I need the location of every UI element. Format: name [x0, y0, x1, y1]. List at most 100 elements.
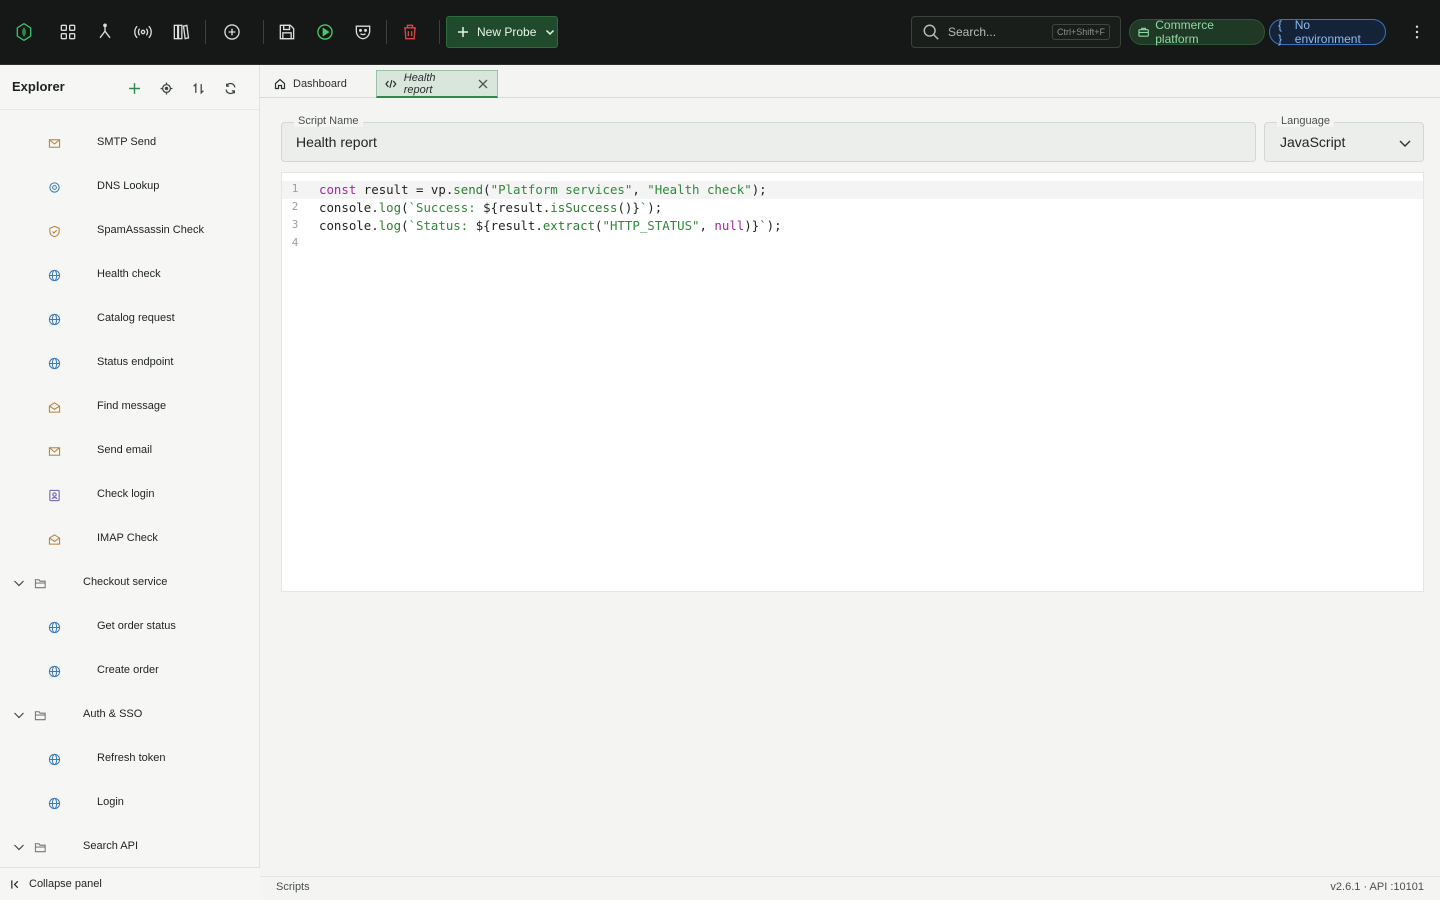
mask-icon[interactable]	[347, 16, 379, 48]
environment-label: No environment	[1294, 18, 1361, 46]
tree-folder-checkout-service[interactable]: Checkout service	[0, 561, 260, 605]
tree-item-login[interactable]: Login	[0, 781, 260, 825]
code-text: console.log(`Success: ${result.isSuccess…	[319, 200, 663, 215]
search-placeholder: Search...	[948, 25, 997, 39]
language-select[interactable]: Language JavaScript	[1264, 115, 1424, 162]
tree-item-imap-check[interactable]: IMAP Check	[0, 517, 260, 561]
add-item-icon[interactable]	[123, 77, 145, 99]
tree-item-dns-lookup[interactable]: DNS Lookup	[0, 165, 260, 209]
tree-item-label: DNS Lookup	[97, 180, 160, 192]
tree-item-label: Create order	[97, 664, 159, 676]
chevron-down-icon	[546, 29, 555, 36]
sort-icon[interactable]	[187, 77, 209, 99]
collapse-icon	[11, 879, 19, 889]
tree-item-smtp-send[interactable]: SMTP Send	[0, 121, 260, 165]
new-probe-button[interactable]: New Probe	[446, 16, 558, 48]
fork-icon[interactable]	[89, 16, 121, 48]
mail-icon	[47, 444, 61, 458]
chevron-down-icon	[1399, 140, 1411, 147]
code-text: console.log(`Status: ${result.extract("H…	[319, 218, 782, 233]
global-search[interactable]: Search... Ctrl+Shift+F	[911, 16, 1121, 48]
more-menu-icon[interactable]	[1405, 20, 1429, 44]
collapse-panel-label: Collapse panel	[29, 878, 102, 890]
tree-item-label: SpamAssassin Check	[97, 224, 204, 236]
folder-open-icon	[33, 576, 47, 590]
tree-item-create-order[interactable]: Create order	[0, 649, 260, 693]
tree-item-refresh-token[interactable]: Refresh token	[0, 737, 260, 781]
search-shortcut-badge: Ctrl+Shift+F	[1051, 24, 1110, 40]
tree-folder-search-api[interactable]: Search API	[0, 825, 260, 869]
save-icon[interactable]	[271, 16, 303, 48]
tree-item-status-endpoint[interactable]: Status endpoint	[0, 341, 260, 385]
collapse-panel-button[interactable]: Collapse panel	[0, 867, 260, 900]
code-line[interactable]: 3 console.log(`Status: ${result.extract(…	[282, 217, 1423, 235]
status-section-label: Scripts	[276, 881, 310, 893]
tree-item-catalog-request[interactable]: Catalog request	[0, 297, 260, 341]
code-editor[interactable]: 1 const result = vp.send("Platform servi…	[281, 172, 1424, 592]
status-bar: Scripts v2.6.1 · API :10101	[260, 876, 1440, 900]
tab-dashboard[interactable]: Dashboard	[266, 70, 362, 98]
app-logo-icon[interactable]	[8, 16, 40, 48]
environment-selector[interactable]: { } No environment	[1269, 18, 1386, 46]
tree-item-label: Health check	[97, 268, 161, 280]
delete-icon[interactable]	[394, 16, 426, 48]
explorer-tree: SMTP Send DNS Lookup SpamAssassin Check …	[0, 121, 260, 869]
mail-open-icon	[47, 532, 61, 546]
code-text: const result = vp.send("Platform service…	[319, 182, 767, 197]
chevron-down-icon[interactable]	[12, 840, 26, 854]
new-probe-label: New Probe	[477, 25, 537, 39]
grid-icon[interactable]	[52, 16, 84, 48]
tree-item-find-message[interactable]: Find message	[0, 385, 260, 429]
briefcase-icon	[1138, 27, 1149, 37]
tree-item-check-login[interactable]: Check login	[0, 473, 260, 517]
plus-icon	[458, 27, 468, 37]
code-line[interactable]: 4	[282, 235, 1423, 253]
tab-label: Dashboard	[293, 78, 347, 90]
line-number: 3	[291, 218, 299, 231]
globe-icon	[47, 664, 61, 678]
tree-item-health-check[interactable]: Health check	[0, 253, 260, 297]
home-icon	[274, 78, 286, 90]
language-label: Language	[1277, 115, 1334, 127]
chevron-down-icon[interactable]	[12, 576, 26, 590]
explorer-sidebar: Explorer SMTP Send DNS Lookup SpamAssass…	[0, 65, 260, 900]
run-icon[interactable]	[309, 16, 341, 48]
script-name-input[interactable]	[296, 134, 1196, 150]
search-icon	[923, 24, 939, 40]
folder-open-icon	[33, 708, 47, 722]
tree-item-spamassassin-check[interactable]: SpamAssassin Check	[0, 209, 260, 253]
script-name-field: Script Name	[281, 115, 1256, 162]
toolbar-divider	[386, 20, 387, 44]
tree-item-label: Get order status	[97, 620, 176, 632]
toolbar-divider	[439, 20, 440, 44]
folder-open-icon	[33, 840, 47, 854]
tab-health-report[interactable]: Health report	[376, 70, 498, 98]
tree-item-label: SMTP Send	[97, 136, 157, 148]
tree-item-label: Login	[97, 796, 124, 808]
globe-icon	[47, 620, 61, 634]
chevron-down-icon[interactable]	[12, 708, 26, 722]
toolbar-divider	[205, 20, 206, 44]
tree-item-label: Send email	[97, 444, 153, 456]
refresh-icon[interactable]	[219, 77, 241, 99]
language-value: JavaScript	[1280, 134, 1346, 150]
script-name-label: Script Name	[294, 115, 363, 127]
tree-folder-auth-sso[interactable]: Auth & SSO	[0, 693, 260, 737]
workspace-selector[interactable]: Commerce platform	[1129, 18, 1265, 46]
code-line[interactable]: 2 console.log(`Success: ${result.isSucce…	[282, 199, 1423, 217]
tree-item-label: Catalog request	[97, 312, 175, 324]
add-circle-icon[interactable]	[216, 16, 248, 48]
close-icon[interactable]	[477, 78, 489, 90]
broadcast-icon[interactable]	[127, 16, 159, 48]
contact-card-icon	[47, 488, 61, 502]
line-number: 1	[291, 182, 299, 195]
code-line[interactable]: 1 const result = vp.send("Platform servi…	[282, 181, 1423, 199]
tree-folder-label: Auth & SSO	[83, 708, 143, 720]
tree-folder-label: Search API	[83, 840, 139, 852]
line-number: 4	[291, 236, 299, 249]
library-icon[interactable]	[165, 16, 197, 48]
tree-item-get-order-status[interactable]: Get order status	[0, 605, 260, 649]
locate-icon[interactable]	[155, 77, 177, 99]
tree-item-label: Status endpoint	[97, 356, 174, 368]
tree-item-send-email[interactable]: Send email	[0, 429, 260, 473]
